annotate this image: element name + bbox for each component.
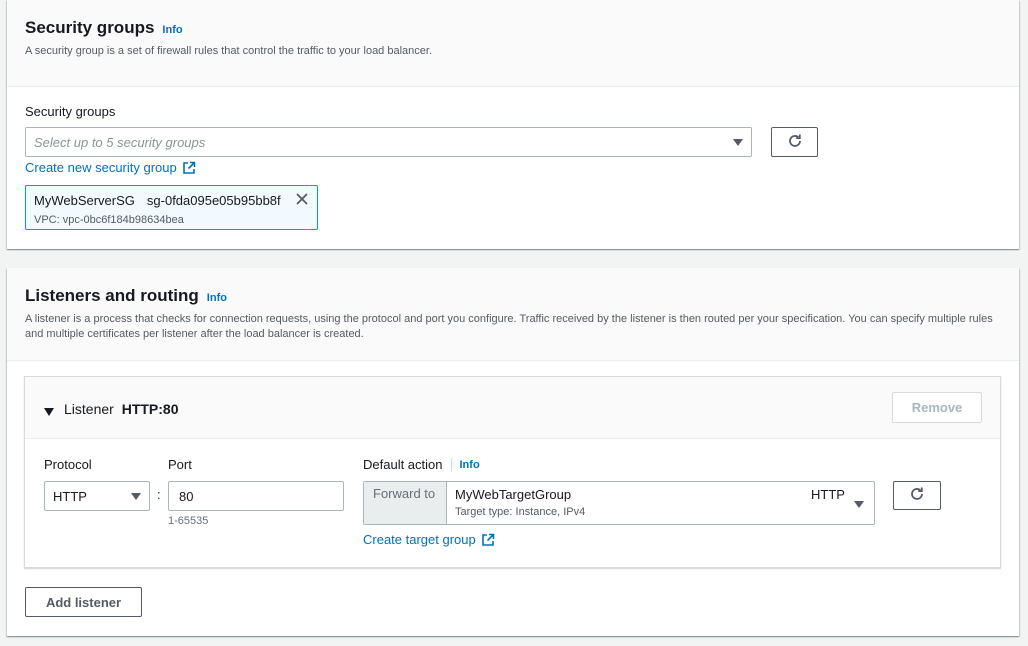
refresh-icon [909,486,925,505]
target-group-detail: Target type: Instance, IPv4 [455,506,586,518]
remove-listener-button[interactable]: Remove [892,392,982,423]
create-security-group-label: Create new security group [25,160,177,175]
create-target-group-link[interactable]: Create target group [363,532,495,547]
refresh-target-groups-button[interactable] [893,481,941,510]
divider [450,457,452,472]
listeners-routing-description: A listener is a process that checks for … [25,313,993,340]
external-link-icon [481,533,495,547]
security-groups-select[interactable]: Select up to 5 security groups [25,127,752,157]
default-action-info-link[interactable]: Info [460,459,480,471]
caret-down-icon [733,138,743,146]
refresh-security-groups-button[interactable] [771,127,818,157]
listener-label: Listener [64,401,114,417]
create-target-group-label: Create target group [363,532,476,547]
default-action-label: Default action [363,457,443,472]
selected-security-group-token: MyWebServerSG sg-0fda095e05b95bb8f VPC: … [25,185,318,230]
token-vpc: VPC: vpc-0bc6f184b98634bea [34,214,184,226]
security-groups-title: Security groups [25,18,155,37]
listeners-routing-panel: Listeners and routing Info A listener is… [7,268,1019,636]
security-groups-panel: Security groups Info A security group is… [7,0,1019,249]
protocol-value: HTTP [53,488,87,504]
security-groups-description: A security group is a set of firewall ru… [25,45,433,57]
security-groups-header: Security groups Info A security group is… [7,0,1019,87]
forward-to-label: Forward to [364,482,447,524]
port-input[interactable]: 80 [168,481,344,511]
port-label: Port [168,457,192,472]
target-group-name: MyWebTargetGroup [455,487,572,502]
token-sg-name: MyWebServerSG [34,193,135,208]
add-listener-button[interactable]: Add listener [25,587,142,617]
caret-down-icon [131,492,141,500]
security-groups-field-label: Security groups [25,104,116,119]
protocol-label: Protocol [44,457,92,472]
port-value: 80 [179,488,194,504]
dismiss-token-icon[interactable] [295,192,309,209]
default-action-select[interactable]: Forward to MyWebTargetGroup Target type:… [363,481,875,525]
security-groups-info-link[interactable]: Info [162,24,182,36]
token-sg-id: sg-0fda095e05b95bb8f [146,193,281,208]
refresh-icon [787,133,803,152]
security-groups-placeholder: Select up to 5 security groups [34,134,206,150]
listeners-routing-info-link[interactable]: Info [207,292,227,304]
listeners-routing-header: Listeners and routing Info A listener is… [7,268,1019,361]
collapse-caret-icon[interactable] [44,403,54,419]
listeners-routing-title: Listeners and routing [25,286,199,305]
create-security-group-link[interactable]: Create new security group [25,160,196,175]
caret-down-icon [854,501,864,508]
port-hint: 1-65535 [168,515,209,527]
protocol-select[interactable]: HTTP [44,481,150,511]
listener-name: HTTP:80 [121,401,179,417]
protocol-port-separator: : [157,487,161,502]
listener-header: Listener HTTP:80 Remove [25,377,1000,439]
target-group-protocol: HTTP [811,487,845,502]
external-link-icon [182,161,196,175]
listener-card: Listener HTTP:80 Remove Protocol HTTP : … [24,376,1001,568]
